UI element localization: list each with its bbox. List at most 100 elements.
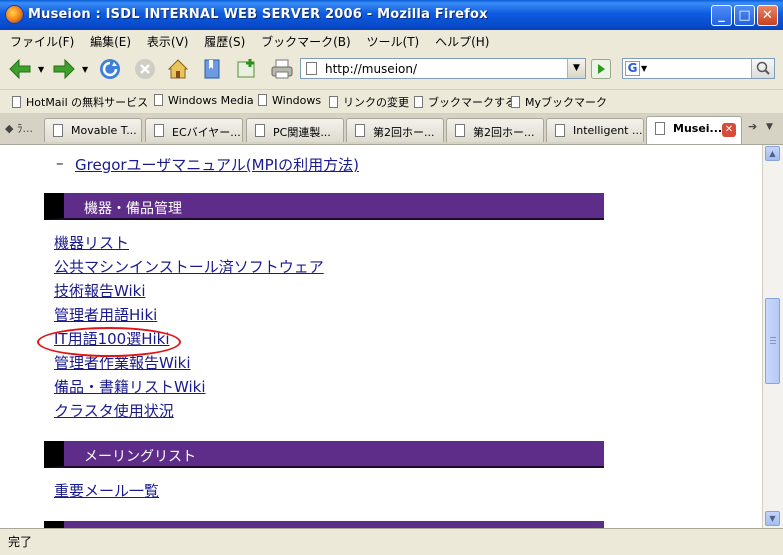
menu-bookmarks[interactable]: ブックマーク(B) <box>255 30 357 50</box>
page-icon <box>655 122 665 135</box>
installed-software-link[interactable]: 公共マシンインストール済ソフトウェア <box>54 256 324 277</box>
cluster-usage-link[interactable]: クラスタ使用状況 <box>54 400 174 421</box>
bookmarks-sidebar-icon[interactable] <box>200 57 224 81</box>
vertical-scrollbar[interactable]: ▲ ▼ <box>762 145 783 528</box>
page-icon <box>154 94 163 106</box>
menu-view[interactable]: 表示(V) <box>141 30 195 50</box>
minimize-button[interactable]: _ <box>711 5 732 26</box>
bookmark-label: HotMail の無料サービス <box>26 96 149 109</box>
tab[interactable]: PC関連製... <box>246 118 344 142</box>
red-highlight-ellipse <box>37 327 181 357</box>
tab[interactable]: 第2回ホー... <box>346 118 444 142</box>
equipment-list-link[interactable]: 機器リスト <box>54 232 129 253</box>
search-icon[interactable] <box>751 59 774 78</box>
tab-label: 第2回ホー... <box>373 126 435 139</box>
menu-history[interactable]: 履歴(S) <box>198 30 251 50</box>
maximize-button[interactable]: □ <box>734 5 755 26</box>
status-bar: 完了 <box>0 528 783 555</box>
menu-help[interactable]: ヘルプ(H) <box>429 30 495 50</box>
grip-line <box>770 337 776 338</box>
section-title: 機器・備品管理 <box>84 201 182 217</box>
page-icon <box>255 124 265 137</box>
forward-icon[interactable] <box>52 57 76 81</box>
google-engine-icon[interactable]: G <box>625 61 640 76</box>
bookmarks-toolbar: HotMail の無料サービス Windows Media Windows リン… <box>0 90 783 114</box>
bookmark-label: Myブックマーク <box>525 96 608 109</box>
section-header-partial <box>44 521 604 528</box>
new-tab-icon[interactable] <box>235 57 259 81</box>
bookmark-label: Windows Media <box>168 94 254 107</box>
menu-edit[interactable]: 編集(E) <box>84 30 137 50</box>
page-icon <box>555 124 565 137</box>
page-icon <box>12 96 21 108</box>
grip-line <box>770 340 776 341</box>
scroll-up-icon[interactable]: ▲ <box>765 146 780 161</box>
bookmark-item[interactable]: Myブックマーク <box>511 94 607 110</box>
forward-dropdown-icon[interactable]: ▼ <box>82 65 88 74</box>
window-titlebar[interactable]: Museion : ISDL INTERNAL WEB SERVER 2006 … <box>0 0 783 30</box>
section-header-equipment: 機器・備品管理 <box>44 193 604 220</box>
url-bar[interactable]: http://museion/ ▼ <box>300 58 586 79</box>
page-icon <box>414 96 423 108</box>
reload-icon[interactable] <box>98 57 122 81</box>
page-icon <box>53 124 63 137</box>
page-icon <box>258 94 267 106</box>
search-box[interactable]: G ▼ <box>622 58 775 79</box>
grip-line <box>770 343 776 344</box>
go-icon[interactable] <box>591 59 611 79</box>
tab-list-dropdown-icon[interactable]: ▼ <box>766 122 773 132</box>
list-bullet: – <box>56 154 64 172</box>
tab-label: PC関連製... <box>273 126 331 139</box>
tab-bar: ◆ ﾗ... Movable T... ECバイヤー... PC関連製... 第… <box>0 114 783 145</box>
stop-icon[interactable] <box>133 57 157 81</box>
tab[interactable]: 第2回ホー... <box>446 118 544 142</box>
print-icon[interactable] <box>270 57 294 81</box>
tab[interactable]: Movable T... <box>44 118 142 142</box>
important-mail-link[interactable]: 重要メール一覧 <box>54 480 159 501</box>
tab-scroll-right[interactable]: ➔ <box>748 120 757 133</box>
tech-report-wiki-link[interactable]: 技術報告Wiki <box>54 280 146 301</box>
url-text[interactable]: http://museion/ <box>325 62 417 76</box>
menu-bar: ファイル(F) 編集(E) 表示(V) 履歴(S) ブックマーク(B) ツール(… <box>0 30 783 51</box>
bookmark-label: Windows <box>272 94 322 107</box>
status-text: 完了 <box>8 535 33 549</box>
admin-terms-hiki-link[interactable]: 管理者用語Hiki <box>54 304 157 325</box>
window-title: Museion : ISDL INTERNAL WEB SERVER 2006 … <box>28 7 488 22</box>
bookmark-item[interactable]: HotMail の無料サービス <box>12 94 148 110</box>
page-content: – Gregorユーザマニュアル(MPIの利用方法) 機器・備品管理 機器リスト… <box>0 145 762 528</box>
scroll-down-icon[interactable]: ▼ <box>765 511 780 526</box>
bookmark-item[interactable]: リンクの変更 <box>329 94 409 110</box>
bookmark-label: リンクの変更 <box>343 96 409 109</box>
back-icon[interactable] <box>8 57 32 81</box>
section-header-mailing-list: メーリングリスト <box>44 441 604 468</box>
bookmark-item[interactable]: Windows Media <box>154 94 254 107</box>
tab-label: Movable T... <box>71 124 137 137</box>
tab-label: 第2回ホー... <box>473 126 535 139</box>
page-icon <box>455 124 465 137</box>
tab[interactable]: ECバイヤー... <box>145 118 243 142</box>
bookmark-item[interactable]: Windows <box>258 94 321 107</box>
page-icon <box>329 96 338 108</box>
menu-file[interactable]: ファイル(F) <box>0 30 80 50</box>
home-icon[interactable] <box>166 57 190 81</box>
back-dropdown-icon[interactable]: ▼ <box>38 65 44 74</box>
page-icon <box>511 96 520 108</box>
tab-label: ECバイヤー... <box>172 126 241 139</box>
url-dropdown-icon[interactable]: ▼ <box>567 59 585 78</box>
bookmark-label: ブックマークする <box>428 96 516 109</box>
page-icon <box>355 124 365 137</box>
menu-tools[interactable]: ツール(T) <box>361 30 426 50</box>
engine-dropdown-icon[interactable]: ▼ <box>641 64 647 73</box>
tab-scroll-left[interactable]: ◆ ﾗ... <box>5 120 33 136</box>
page-icon <box>306 62 317 75</box>
page-icon <box>154 124 164 137</box>
scroll-thumb[interactable] <box>765 298 780 384</box>
close-tab-icon[interactable]: ✕ <box>722 123 736 137</box>
tab-active[interactable]: Musei... ✕ <box>646 116 742 144</box>
tab[interactable]: Intelligent ... <box>546 118 644 142</box>
supplies-books-wiki-link[interactable]: 備品・書籍リストWiki <box>54 376 206 397</box>
close-button[interactable]: ✕ <box>757 5 778 26</box>
gregor-manual-link[interactable]: Gregorユーザマニュアル(MPIの利用方法) <box>75 154 359 175</box>
firefox-icon <box>6 6 23 23</box>
bookmark-item[interactable]: ブックマークする <box>414 94 516 110</box>
